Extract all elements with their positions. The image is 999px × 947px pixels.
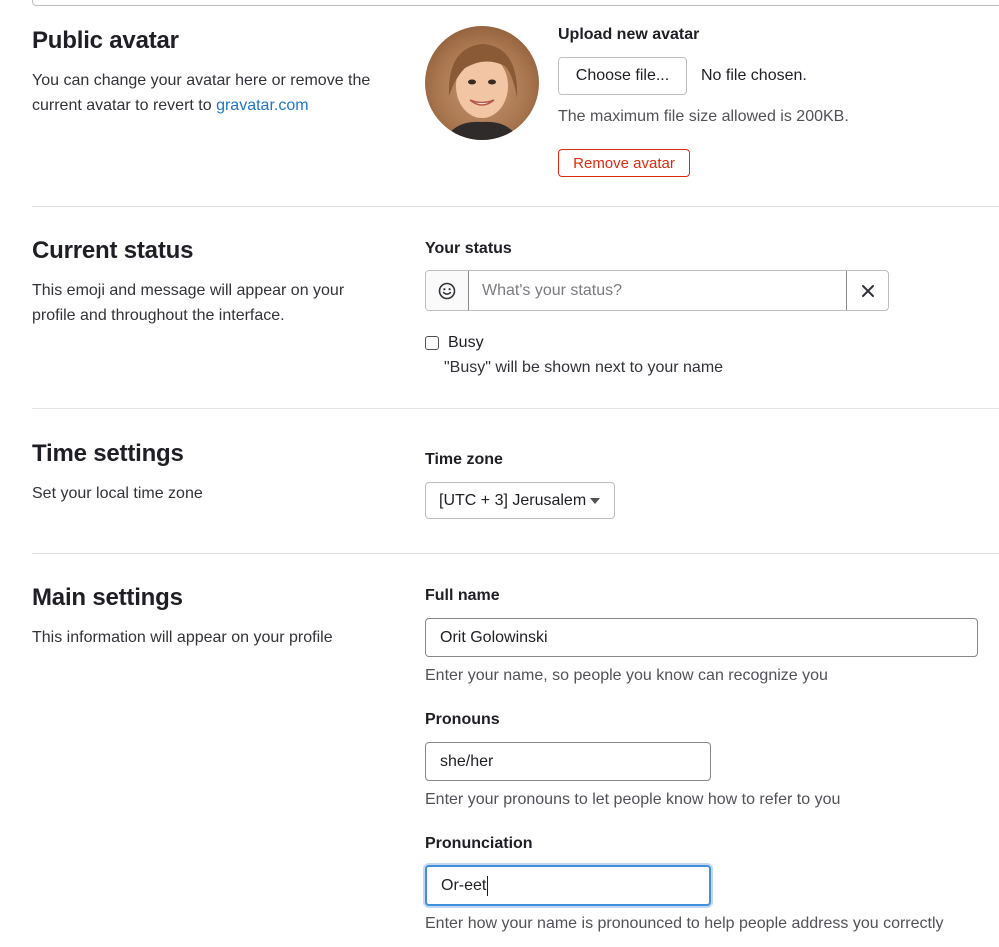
time-settings-description: Set your local time zone <box>32 485 203 502</box>
public-avatar-description: You can change your avatar here or remov… <box>32 68 392 118</box>
main-settings-description: This information will appear on your pro… <box>32 629 333 646</box>
pronouns-input[interactable]: she/her <box>425 742 711 781</box>
section-divider <box>32 206 999 207</box>
full-name-value: Orit Golowinski <box>440 628 548 646</box>
chevron-down-icon <box>590 498 600 504</box>
section-divider <box>32 408 999 409</box>
busy-label[interactable]: Busy <box>448 334 484 352</box>
busy-help-text: "Busy" will be shown next to your name <box>444 359 724 376</box>
time-zone-label: Time zone <box>425 451 503 468</box>
pronouns-help: Enter your pronouns to let people know h… <box>425 791 841 808</box>
pronunciation-input[interactable]: Or-eet <box>425 865 711 906</box>
gravatar-link[interactable]: gravatar.com <box>216 97 308 114</box>
current-status-description: This emoji and message will appear on yo… <box>32 282 345 324</box>
text-caret <box>487 875 489 896</box>
time-settings-title: Time settings <box>32 440 184 467</box>
pronunciation-value: Or-eet <box>441 876 487 894</box>
time-zone-select[interactable]: [UTC + 3] Jerusalem <box>425 482 615 519</box>
avatar <box>425 26 539 140</box>
upload-avatar-label: Upload new avatar <box>558 26 700 43</box>
remove-avatar-button[interactable]: Remove avatar <box>558 149 690 177</box>
status-input-group: What's your status? <box>425 270 889 311</box>
busy-checkbox[interactable] <box>425 336 439 350</box>
section-divider <box>32 553 999 554</box>
full-name-input[interactable]: Orit Golowinski <box>425 618 978 657</box>
public-avatar-desc-text: You can change your avatar here or remov… <box>32 72 371 114</box>
status-placeholder: What's your status? <box>482 281 622 299</box>
time-zone-value: [UTC + 3] Jerusalem <box>439 491 587 509</box>
choose-file-button[interactable]: Choose file... <box>558 57 687 95</box>
full-name-label: Full name <box>425 587 500 604</box>
close-icon <box>861 284 874 297</box>
pronouns-value: she/her <box>440 752 494 770</box>
status-input[interactable]: What's your status? <box>469 271 847 310</box>
public-avatar-title: Public avatar <box>32 27 179 54</box>
avatar-photo <box>445 44 519 140</box>
full-name-help: Enter your name, so people you know can … <box>425 667 828 684</box>
emoji-button[interactable] <box>426 271 469 310</box>
pronunciation-label: Pronunciation <box>425 835 533 852</box>
pronouns-label: Pronouns <box>425 711 500 728</box>
your-status-label: Your status <box>425 240 512 257</box>
main-settings-title: Main settings <box>32 584 183 611</box>
current-status-title: Current status <box>32 237 194 264</box>
pronunciation-help: Enter how your name is pronounced to hel… <box>425 915 944 932</box>
clear-status-button[interactable] <box>847 271 888 310</box>
previous-section-box <box>32 0 999 6</box>
no-file-chosen-text: No file chosen. <box>701 67 807 84</box>
smiley-icon <box>438 282 456 299</box>
max-file-size-text: The maximum file size allowed is 200KB. <box>558 108 849 125</box>
